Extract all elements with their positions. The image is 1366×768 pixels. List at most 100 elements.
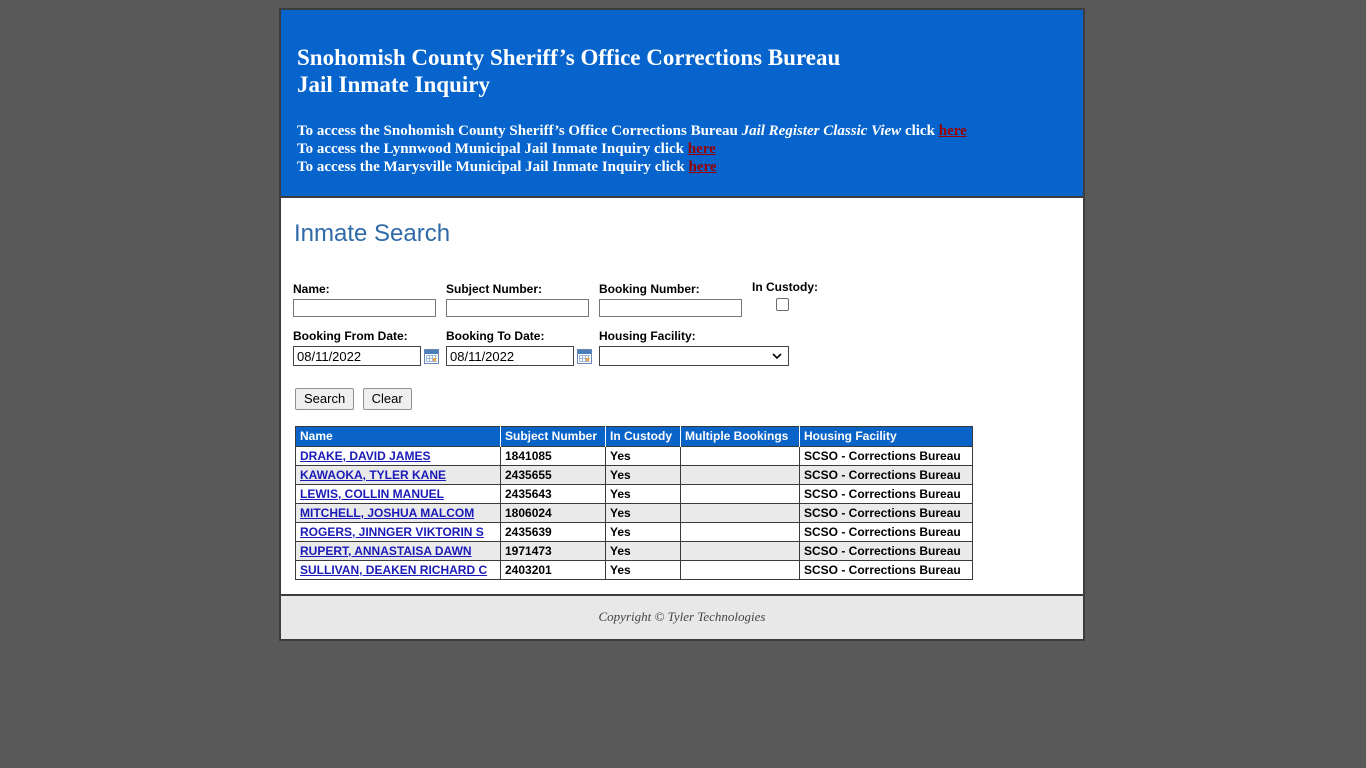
field-in-custody: In Custody:	[752, 280, 818, 311]
copyright-text: Copyright © Tyler Technologies	[598, 609, 766, 624]
cell-in-custody: Yes	[605, 465, 681, 485]
inmate-name-link[interactable]: RUPERT, ANNASTAISA DAWN	[300, 544, 472, 558]
cell-name: MITCHELL, JOSHUA MALCOM	[295, 503, 501, 523]
booking-to-date-label: Booking To Date:	[446, 329, 545, 343]
banner-link-row-classic-view: To access the Snohomish County Sheriff’s…	[297, 122, 1067, 140]
cell-name: SULLIVAN, DEAKEN RICHARD C	[295, 560, 501, 580]
banner-link-prefix: To access the Lynnwood Municipal Jail In…	[297, 141, 688, 157]
cell-housing-facility: SCSO - Corrections Bureau	[799, 541, 973, 561]
booking-to-date-group	[446, 346, 592, 366]
calendar-icon-header	[578, 349, 591, 354]
banner-here-link-classic-view[interactable]: here	[939, 123, 967, 139]
housing-facility-select[interactable]	[599, 346, 789, 366]
page-title-line-2: Jail Inmate Inquiry	[297, 72, 490, 97]
booking-from-date-input[interactable]	[293, 346, 421, 366]
cell-multiple-bookings	[680, 503, 800, 523]
inmate-name-link[interactable]: KAWAOKA, TYLER KANE	[300, 468, 446, 482]
inmate-name-link[interactable]: ROGERS, JINNGER VIKTORIN S	[300, 525, 484, 539]
cell-in-custody: Yes	[605, 522, 681, 542]
cell-housing-facility: SCSO - Corrections Bureau	[799, 446, 973, 466]
in-custody-checkbox[interactable]	[775, 298, 789, 311]
cell-subject-number: 1971473	[500, 541, 606, 561]
column-header-subject-number[interactable]: Subject Number	[500, 426, 606, 447]
chevron-down-icon	[772, 351, 782, 360]
banner-link-prefix: To access the Snohomish County Sheriff’s…	[297, 123, 742, 139]
field-booking-to-date: Booking To Date:	[446, 329, 592, 366]
calendar-icon-highlight	[433, 357, 436, 361]
cell-housing-facility: SCSO - Corrections Bureau	[799, 522, 973, 542]
table-row: DRAKE, DAVID JAMES 1841085 Yes SCSO - Corr…	[295, 446, 973, 466]
in-custody-label: In Custody:	[752, 280, 818, 294]
cell-multiple-bookings	[680, 560, 800, 580]
calendar-icon-header	[425, 349, 438, 354]
field-subject-number: Subject Number:	[446, 282, 589, 317]
cell-multiple-bookings	[680, 522, 800, 542]
column-header-in-custody[interactable]: In Custody	[605, 426, 681, 447]
page-footer: Copyright © Tyler Technologies	[281, 594, 1083, 639]
banner-link-suffix: click	[901, 123, 939, 139]
cell-name: RUPERT, ANNASTAISA DAWN	[295, 541, 501, 561]
table-row: ROGERS, JINNGER VIKTORIN S 2435639 Yes SCS…	[295, 522, 973, 542]
calendar-icon[interactable]	[577, 348, 592, 364]
page-title: Snohomish County Sheriff’s Office Correc…	[297, 44, 1067, 98]
banner-here-link-lynnwood[interactable]: here	[688, 141, 716, 157]
cell-subject-number: 2435643	[500, 484, 606, 504]
cell-in-custody: Yes	[605, 541, 681, 561]
search-button[interactable]: Search	[295, 388, 355, 410]
table-header-row: Name Subject Number In Custody Multiple …	[295, 426, 973, 447]
booking-number-label: Booking Number:	[599, 282, 700, 296]
cell-name: LEWIS, COLLIN MANUEL	[295, 484, 501, 504]
clear-button[interactable]: Clear	[362, 388, 412, 410]
inmate-name-link[interactable]: LEWIS, COLLIN MANUEL	[300, 487, 444, 501]
cell-in-custody: Yes	[605, 446, 681, 466]
booking-from-date-label: Booking From Date:	[293, 329, 408, 343]
cell-subject-number: 1806024	[500, 503, 606, 523]
cell-housing-facility: SCSO - Corrections Bureau	[799, 560, 973, 580]
housing-facility-label: Housing Facility:	[599, 329, 696, 343]
cell-in-custody: Yes	[605, 503, 681, 523]
calendar-icon[interactable]	[424, 348, 439, 364]
cell-multiple-bookings	[680, 484, 800, 504]
cell-subject-number: 2403201	[500, 560, 606, 580]
calendar-icon-highlight	[586, 357, 589, 361]
table-row: MITCHELL, JOSHUA MALCOM 1806024 Yes SCSO -…	[295, 503, 973, 523]
cell-name: ROGERS, JINNGER VIKTORIN S	[295, 522, 501, 542]
name-input[interactable]	[293, 299, 436, 317]
banner-link-row-marysville: To access the Marysville Municipal Jail …	[297, 158, 1067, 176]
page-title-line-1: Snohomish County Sheriff’s Office Correc…	[297, 45, 841, 70]
field-booking-from-date: Booking From Date:	[293, 329, 439, 366]
subject-number-input[interactable]	[446, 299, 589, 317]
cell-subject-number: 2435639	[500, 522, 606, 542]
inmate-name-link[interactable]: SULLIVAN, DEAKEN RICHARD C	[300, 563, 487, 577]
cell-multiple-bookings	[680, 541, 800, 561]
section-title-inmate-search: Inmate Search	[294, 220, 451, 247]
banner-link-italic: Jail Register Classic View	[741, 123, 902, 139]
cell-name: DRAKE, DAVID JAMES	[295, 446, 501, 466]
table-row: LEWIS, COLLIN MANUEL 2435643 Yes SCSO - Co…	[295, 484, 973, 504]
cell-subject-number: 2435655	[500, 465, 606, 485]
results-table: Name Subject Number In Custody Multiple …	[295, 426, 973, 580]
cell-housing-facility: SCSO - Corrections Bureau	[799, 503, 973, 523]
booking-to-date-input[interactable]	[446, 346, 574, 366]
field-housing-facility: Housing Facility:	[599, 329, 789, 366]
cell-housing-facility: SCSO - Corrections Bureau	[799, 465, 973, 485]
banner-link-prefix: To access the Marysville Municipal Jail …	[297, 159, 689, 175]
column-header-name[interactable]: Name	[295, 426, 501, 447]
cell-name: KAWAOKA, TYLER KANE	[295, 465, 501, 485]
cell-in-custody: Yes	[605, 484, 681, 504]
cell-subject-number: 1841085	[500, 446, 606, 466]
inmate-name-link[interactable]: DRAKE, DAVID JAMES	[300, 449, 430, 463]
page-card: Snohomish County Sheriff’s Office Correc…	[279, 8, 1085, 641]
booking-from-date-group	[293, 346, 439, 366]
name-label: Name:	[293, 282, 330, 296]
table-row: SULLIVAN, DEAKEN RICHARD C 2403201 Yes SCS…	[295, 560, 973, 580]
banner-link-row-lynnwood: To access the Lynnwood Municipal Jail In…	[297, 140, 1067, 158]
banner-here-link-marysville[interactable]: here	[689, 159, 717, 175]
cell-housing-facility: SCSO - Corrections Bureau	[799, 484, 973, 504]
booking-number-input[interactable]	[599, 299, 742, 317]
column-header-housing-facility[interactable]: Housing Facility	[799, 426, 973, 447]
cell-multiple-bookings	[680, 465, 800, 485]
column-header-multiple-bookings[interactable]: Multiple Bookings	[680, 426, 800, 447]
inmate-name-link[interactable]: MITCHELL, JOSHUA MALCOM	[300, 506, 474, 520]
site-banner: Snohomish County Sheriff’s Office Correc…	[281, 10, 1083, 198]
